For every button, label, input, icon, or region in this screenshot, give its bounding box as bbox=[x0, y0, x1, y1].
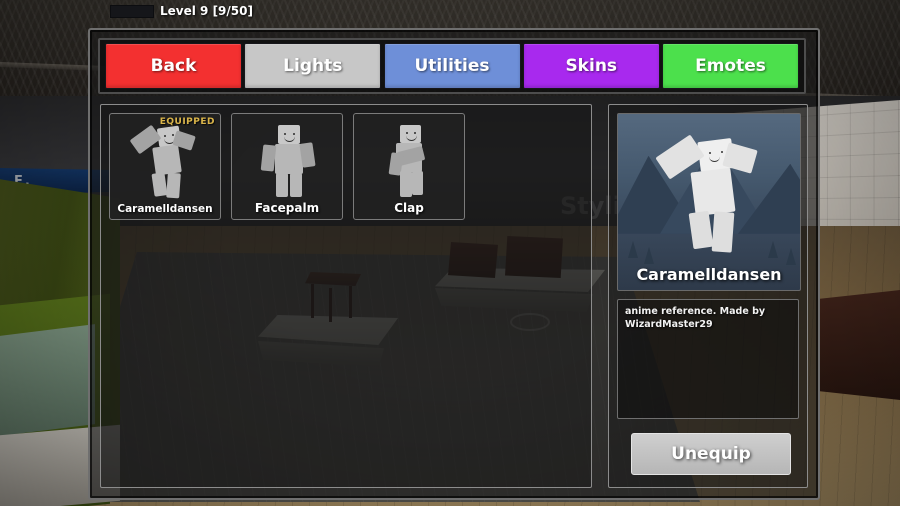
emote-grid-panel: EQUIPPED Caramelldansen Facepalm Clap bbox=[100, 104, 592, 488]
emote-thumbnail bbox=[110, 120, 220, 201]
emote-card[interactable]: Clap bbox=[353, 113, 465, 220]
emote-card-label: Caramelldansen bbox=[117, 203, 213, 215]
emote-thumbnail bbox=[354, 120, 464, 201]
emote-thumbnail bbox=[232, 120, 342, 201]
emote-avatar bbox=[129, 119, 198, 203]
tab-emotes-button[interactable]: Emotes bbox=[662, 43, 799, 89]
level-hud: Level 9 [9/50] bbox=[110, 2, 253, 20]
level-text: Level 9 [9/50] bbox=[160, 4, 253, 18]
emote-card-label: Facepalm bbox=[254, 201, 320, 215]
tab-lights-button[interactable]: Lights bbox=[244, 43, 382, 89]
tab-skins-button[interactable]: Skins bbox=[522, 43, 660, 89]
preview-title: Caramelldansen bbox=[636, 265, 782, 284]
tab-back-button[interactable]: Back bbox=[105, 43, 242, 89]
emote-avatar bbox=[254, 119, 320, 203]
emote-menu-panel: Back Lights Utilities Skins Emotes EQUIPPED C… bbox=[88, 28, 820, 500]
emote-card[interactable]: EQUIPPED Caramelldansen bbox=[109, 113, 221, 220]
emote-avatar bbox=[376, 119, 442, 203]
emote-card-label: Clap bbox=[394, 201, 424, 215]
unequip-button[interactable]: Unequip bbox=[631, 433, 791, 475]
tab-utilities-button[interactable]: Utilities bbox=[383, 43, 521, 89]
emote-description: anime reference. Made by WizardMaster29 bbox=[617, 299, 799, 419]
tab-row: Back Lights Utilities Skins Emotes bbox=[98, 38, 806, 94]
emote-card[interactable]: Facepalm bbox=[231, 113, 343, 220]
emote-detail-panel: Caramelldansen anime reference. Made by … bbox=[608, 104, 808, 488]
preview-avatar bbox=[655, 126, 763, 266]
level-progress-bar bbox=[110, 4, 154, 18]
emote-preview: Caramelldansen bbox=[617, 113, 801, 291]
emote-card-grid: EQUIPPED Caramelldansen Facepalm Clap bbox=[109, 113, 583, 220]
